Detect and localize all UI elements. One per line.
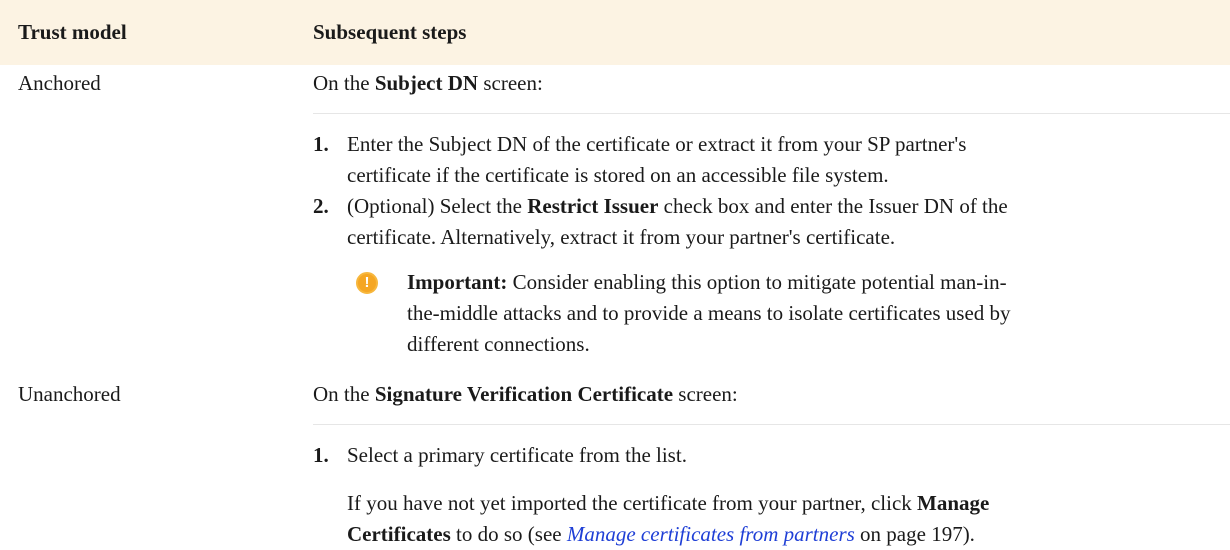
step-number: 2. (313, 194, 329, 218)
step-number: 1. (313, 132, 329, 156)
step-item: Select a primary certificate from the li… (347, 443, 687, 467)
header-subsequent-steps: Subsequent steps (313, 20, 467, 44)
warning-icon: ! (356, 272, 378, 294)
row-anchored-intro: On the Subject DN screen: (313, 71, 543, 95)
header-trust-model: Trust model (18, 20, 127, 44)
row-divider (313, 113, 1230, 114)
row-divider (313, 424, 1230, 425)
step-item: (Optional) Select the Restrict Issuer ch… (347, 194, 1008, 249)
row-unanchored-model: Unanchored (18, 382, 121, 406)
step-number: 1. (313, 443, 329, 467)
manage-certificates-link[interactable]: Manage certificates from partners (567, 522, 855, 546)
step-paragraph: If you have not yet imported the certifi… (347, 491, 990, 546)
step-item: Enter the Subject DN of the certificate … (347, 132, 967, 187)
row-unanchored-intro: On the Signature Verification Certificat… (313, 382, 738, 406)
table-header: Trust model Subsequent steps (0, 0, 1230, 65)
row-anchored-model: Anchored (18, 71, 101, 95)
important-note: Important: Consider enabling this option… (407, 270, 1011, 356)
